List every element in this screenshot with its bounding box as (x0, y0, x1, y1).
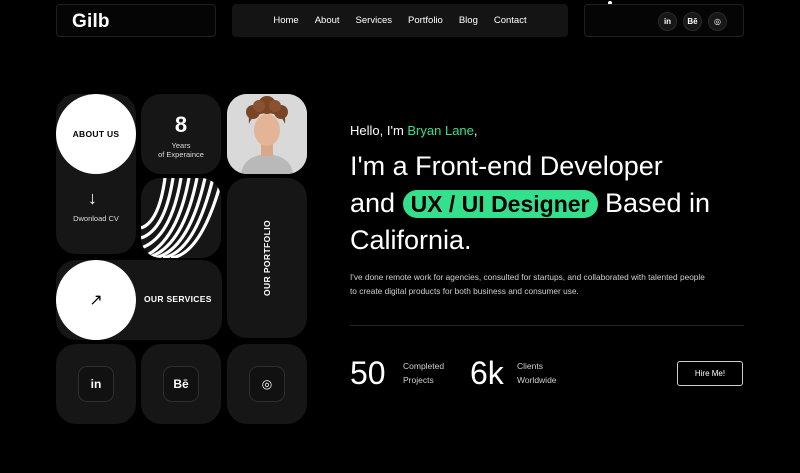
main-nav: Home About Services Portfolio Blog Conta… (232, 4, 568, 37)
profile-photo (227, 94, 307, 174)
stripe-art-tile (141, 178, 221, 258)
dribbble-tile: ◎ (227, 344, 307, 424)
hero-heading: I'm a Front-end Developer and UX / UI De… (350, 151, 711, 255)
behance-icon[interactable]: Bē (163, 366, 199, 402)
logo[interactable]: Gilb (72, 11, 110, 33)
nav-services[interactable]: Services (356, 15, 392, 26)
nav-about[interactable]: About (315, 15, 340, 26)
services-label: OUR SERVICES (144, 294, 212, 304)
nav-home[interactable]: Home (273, 15, 298, 26)
stat-clients-label: Clients Worldwide (517, 361, 557, 385)
nav-contact[interactable]: Contact (494, 15, 527, 26)
nav-portfolio[interactable]: Portfolio (408, 15, 443, 26)
hero-description: I've done remote work for agencies, cons… (350, 272, 705, 296)
stat-projects-label: Completed Projects (403, 361, 445, 385)
nav-blog[interactable]: Blog (459, 15, 478, 26)
stripe-pattern-icon (141, 178, 221, 258)
header-social-container: in Bē ◎ (584, 4, 744, 37)
years-label: Years of Experaince (158, 141, 204, 159)
linkedin-tile: in (56, 344, 136, 424)
years-number: 8 (174, 112, 188, 137)
logo-container: Gilb (56, 4, 216, 37)
portfolio-label: OUR PORTFOLIO (262, 219, 272, 297)
author-name: Bryan Lane (407, 123, 474, 138)
arrow-up-right-icon[interactable]: ↗ (56, 260, 136, 340)
stat-projects-value: 50 (350, 355, 386, 391)
linkedin-icon[interactable]: in (658, 12, 677, 31)
behance-tile: Bē (141, 344, 221, 424)
divider (350, 325, 744, 326)
dribbble-icon[interactable]: ◎ (249, 366, 285, 402)
dribbble-icon[interactable]: ◎ (708, 12, 727, 31)
linkedin-icon[interactable]: in (78, 366, 114, 402)
greeting: Hello, I'm Bryan Lane, (350, 123, 478, 138)
highlight-badge: UX / UI Designer (402, 190, 598, 218)
experience-tile: 8 Years of Experaince (141, 94, 221, 174)
behance-icon[interactable]: Bē (683, 12, 702, 31)
download-arrow-icon[interactable]: ↓ (88, 188, 97, 209)
about-us-button[interactable]: ABOUT US (56, 94, 136, 174)
stat-clients-value: 6k (470, 355, 504, 391)
download-cv-link[interactable]: Dwonload CV (56, 214, 136, 223)
hire-me-button[interactable]: Hire Me! (677, 361, 743, 386)
